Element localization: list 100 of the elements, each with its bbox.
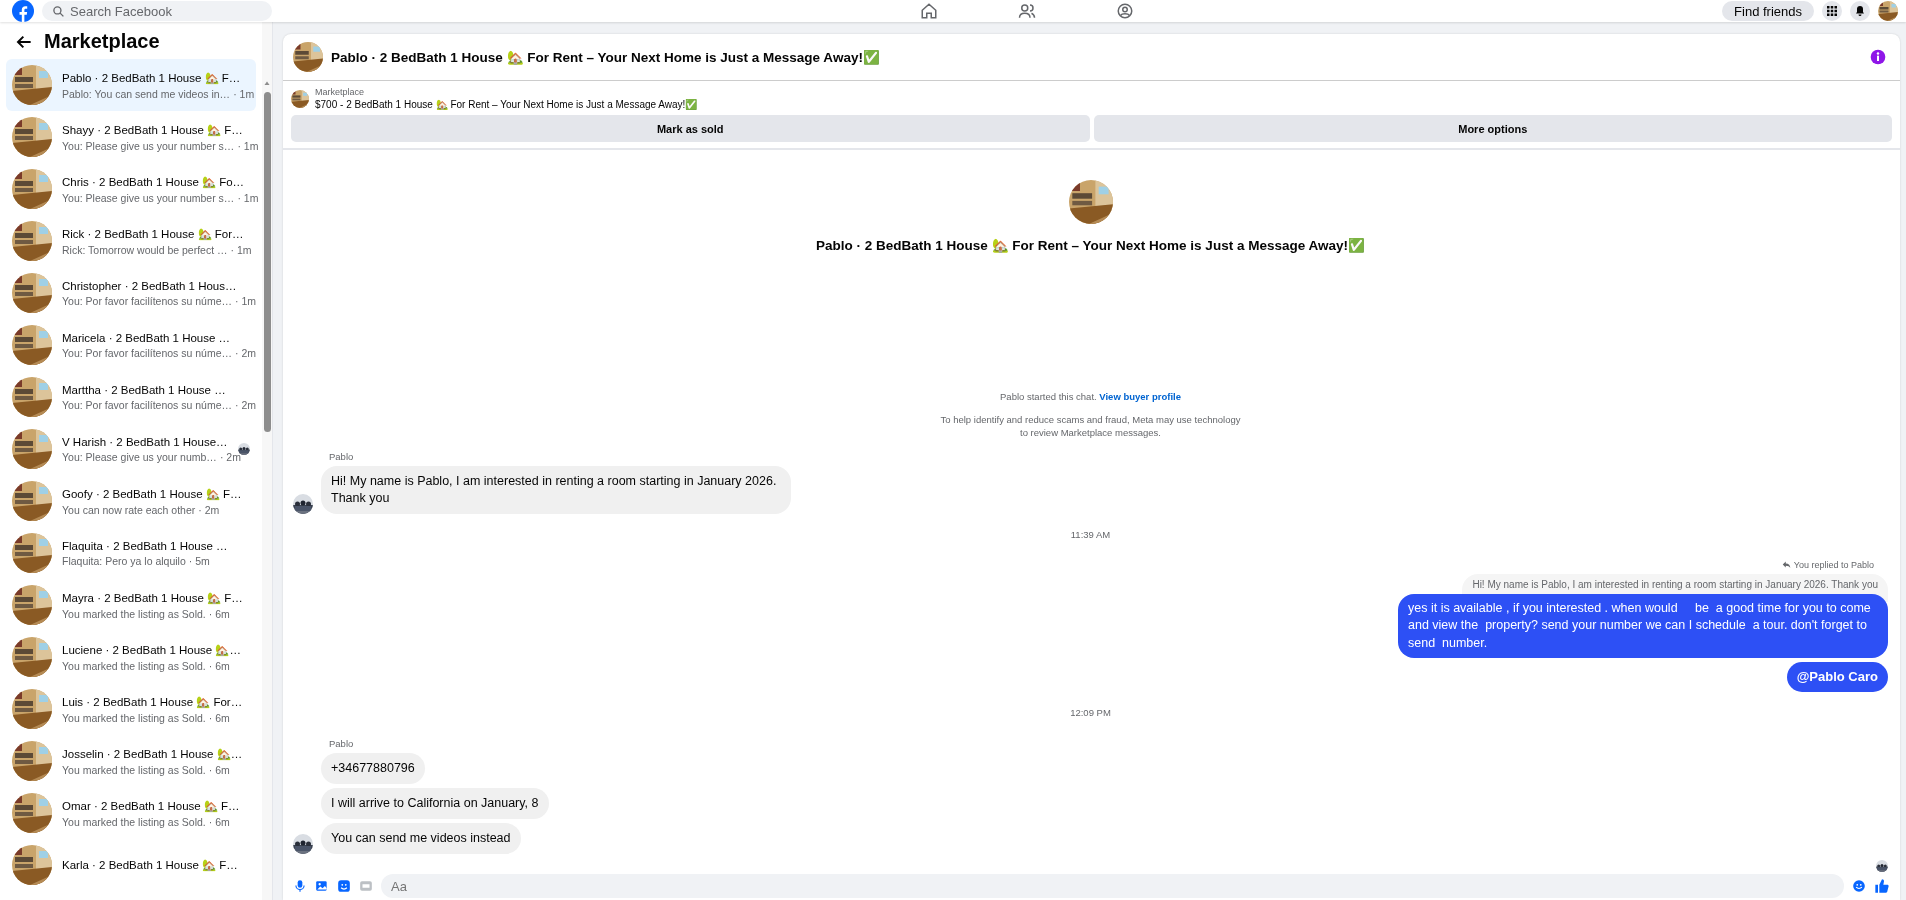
message-bubble: You can send me videos instead (321, 823, 521, 854)
buyer-profile-link[interactable]: View buyer profile (1099, 391, 1181, 403)
sidebar-title: Marketplace (44, 30, 160, 53)
message-time: · 1m (237, 191, 259, 204)
conversation-title: Josselin · 2 BedBath 1 House 🏡… (62, 746, 244, 761)
message-preview: You: Please give us your number s… (62, 139, 235, 152)
conversation-item[interactable]: Luis · 2 BedBath 1 House 🏡 For… You marked the listing as Sold. · 6m (6, 683, 256, 735)
conversation-title: Omar · 2 BedBath 1 House 🏡 F… (62, 798, 241, 813)
sender-name: Pablo (329, 738, 355, 750)
conversation-item[interactable]: Shayy · 2 BedBath 1 House 🏡 F… You: Please give us your number s… · 1m (6, 111, 256, 163)
emoji-icon[interactable] (1852, 879, 1866, 893)
scroll-up-icon[interactable] (263, 80, 271, 86)
image-icon[interactable] (315, 879, 329, 893)
conversation-item[interactable]: V Harish · 2 BedBath 1 House… You: Please give us your numb… · 2m (6, 423, 256, 475)
bell-icon (1854, 5, 1866, 17)
message-preview: You marked the listing as Sold. (62, 711, 206, 724)
conversation-item[interactable]: Marttha · 2 BedBath 1 House … You: Por favor facilítenos su núme… · 2m (6, 371, 256, 423)
conversation-item[interactable]: Mayra · 2 BedBath 1 House 🏡 F… You marked the listing as Sold. · 6m (6, 579, 256, 631)
back-arrow-icon[interactable] (16, 33, 32, 50)
message-time: · 6m (208, 711, 230, 724)
grid-icon (1826, 5, 1838, 17)
message-preview: You: Por favor facilítenos su núme… (62, 294, 233, 307)
friends-icon[interactable] (1018, 2, 1037, 20)
logo-icon[interactable] (12, 0, 34, 22)
message-preview: Pablo: You can send me videos in… (62, 87, 231, 100)
conversation-item[interactable]: Chris · 2 BedBath 1 House 🏡 Fo… You: Please give us your number s… · 1m (6, 163, 256, 215)
message-preview: You marked the listing as Sold. (62, 659, 206, 672)
info-icon[interactable] (1870, 49, 1886, 65)
notifications-button[interactable] (1850, 1, 1870, 21)
message-preview: Flaquita: Pero ya lo alquilo (62, 554, 186, 567)
conversation-title: Chris · 2 BedBath 1 House 🏡 Fo… (62, 174, 246, 189)
chat-start-note: Pablo started this chat. View buyer profile (999, 391, 1182, 403)
profile-icon[interactable] (1116, 2, 1135, 20)
message-time: · 1m (230, 243, 252, 256)
conversation-item[interactable]: Maricela · 2 BedBath 1 House … You: Por favor facilítenos su núme… · 2m (6, 319, 256, 371)
message-preview: You: Por favor facilítenos su núme… (62, 346, 233, 359)
sender-name: Pablo (329, 450, 355, 462)
message-bubble: @Pablo Caro (1786, 662, 1888, 693)
conversation-item[interactable]: Rick · 2 BedBath 1 House 🏡 For… Rick: Tomorrow would be perfect … · 1m (6, 215, 256, 267)
message-preview: You marked the listing as Sold. (62, 607, 206, 620)
conversation-title: Goofy · 2 BedBath 1 House 🏡 F… (62, 486, 243, 501)
message-bubble: Hi! My name is Pablo, I am interested in renting a room starting in January 2026. Thank you (321, 465, 791, 514)
message-bubble: I will arrive to California on January, 8 (321, 788, 549, 820)
message-time: · 6m (208, 763, 230, 776)
message-time: · 2m (235, 398, 257, 411)
message-preview: You marked the listing as Sold. (62, 815, 206, 828)
listing-title: $700 - 2 BedBath 1 House 🏡 For Rent – Your Next Home is Just a Message Away!✅ (315, 99, 698, 110)
conversation-item[interactable]: Luciene · 2 BedBath 1 House 🏡… You marked the listing as Sold. · 6m (6, 631, 256, 683)
message-preview: You: Please give us your numb… (62, 450, 217, 463)
conversation-item[interactable]: Omar · 2 BedBath 1 House 🏡 F… You marked the listing as Sold. · 6m (6, 787, 256, 839)
message-preview: You marked the listing as Sold. (62, 763, 206, 776)
conversation-title: Luciene · 2 BedBath 1 House 🏡… (62, 642, 242, 657)
scrollbar-thumb[interactable] (263, 92, 271, 432)
conversation-title: Christopher · 2 BedBath 1 Hous… (62, 279, 238, 292)
conversation-title: V Harish · 2 BedBath 1 House… (62, 435, 228, 448)
safety-notice: To help identify and reduce scams and fraud, Meta may use technology to review Marketplace messages. (940, 414, 1241, 439)
reply-label: You replied to Pablo (1793, 559, 1874, 570)
conversation-item[interactable]: Flaquita · 2 BedBath 1 House … Flaquita: Pero ya lo alquilo · 5m (6, 527, 256, 579)
conversation-title: Shayy · 2 BedBath 1 House 🏡 F… (62, 122, 244, 137)
conversation-item[interactable]: Goofy · 2 BedBath 1 House 🏡 F… You can now rate each other · 2m (6, 475, 256, 527)
message-preview: Rick: Tomorrow would be perfect … (62, 243, 228, 256)
microphone-icon[interactable] (293, 879, 307, 893)
search-icon (52, 5, 65, 18)
conversation-title: Karla · 2 BedBath 1 House 🏡 F… (62, 858, 239, 872)
message-time: · 1m (235, 294, 257, 307)
sticker-icon[interactable] (337, 879, 351, 893)
conversation-title: Mayra · 2 BedBath 1 House 🏡 F… (62, 590, 244, 605)
conversation-item[interactable]: Karla · 2 BedBath 1 House 🏡 F… (6, 839, 256, 891)
conversation-item[interactable]: Christopher · 2 BedBath 1 Hous… You: Por favor facilítenos su núme… · 1m (6, 267, 256, 319)
find-friends-button[interactable]: Find friends (1722, 1, 1814, 21)
message-input[interactable]: Aa (381, 874, 1844, 898)
menu-button[interactable] (1822, 1, 1842, 21)
conversation-title: Marttha · 2 BedBath 1 House … (62, 383, 227, 396)
message-time: · 2m (198, 503, 220, 516)
conversation-item[interactable]: Pablo · 2 BedBath 1 House 🏡 F… Pablo: You can send me videos in… · 1m (6, 59, 256, 111)
listing-action-button[interactable]: More options (1093, 115, 1892, 142)
conversation-title: Pablo · 2 BedBath 1 House 🏡 F… (62, 70, 242, 85)
timestamp: 11:39 AM (1070, 528, 1111, 540)
chat-title: Pablo · 2 BedBath 1 House 🏡 For Rent – Your Next Home is Just a Message Away!✅ (331, 49, 881, 65)
conversation-heading: Pablo · 2 BedBath 1 House 🏡 For Rent – Your Next Home is Just a Message Away!✅ (816, 237, 1365, 253)
home-icon[interactable] (920, 2, 939, 20)
conversation-title: Flaquita · 2 BedBath 1 House … (62, 539, 229, 552)
conversation-title: Rick · 2 BedBath 1 House 🏡 For… (62, 226, 245, 241)
reply-icon (1781, 560, 1791, 570)
listing-action-button[interactable]: Mark as sold (291, 115, 1090, 142)
thumbs-up-icon[interactable] (1874, 878, 1890, 894)
message-time: · 6m (208, 659, 230, 672)
message-time: · 2m (219, 450, 241, 463)
conversation-title: Maricela · 2 BedBath 1 House … (62, 331, 232, 344)
conversation-item[interactable]: Josselin · 2 BedBath 1 House 🏡… You marked the listing as Sold. · 6m (6, 735, 256, 787)
message-time: · 6m (208, 607, 230, 620)
message-time: · 1m (237, 139, 259, 152)
message-preview: You: Please give us your number s… (62, 191, 235, 204)
message-bubble: +34677880796 (321, 753, 425, 785)
message-time: · 5m (188, 554, 210, 567)
message-bubble: yes it is available , if you interested . when would be a good time for you to come and view the property? send your number we can I schedule a tour. don't forget to send number. (1398, 593, 1888, 659)
listing-label: Marketplace (315, 87, 366, 97)
message-preview: You: Por favor facilítenos su núme… (62, 398, 233, 411)
search-field[interactable]: Search Facebook (42, 1, 272, 21)
message-time: · 1m (233, 87, 255, 100)
